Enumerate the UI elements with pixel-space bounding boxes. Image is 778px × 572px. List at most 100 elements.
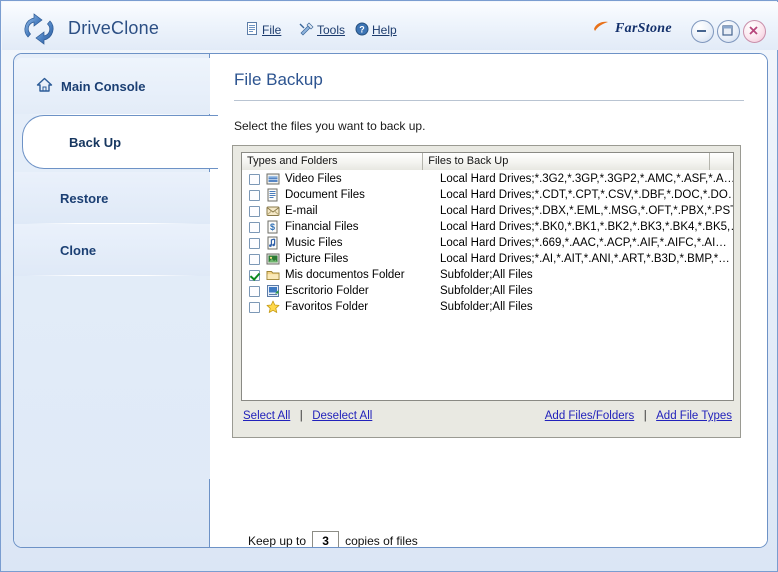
- row-files-value: Local Hard Drives;*.BK0,*.BK1,*.BK2,*.BK…: [440, 221, 733, 233]
- menu-help[interactable]: ? Help: [355, 21, 397, 39]
- desktop-folder-icon: [266, 284, 280, 298]
- sidebar-bottom: [14, 479, 210, 547]
- row-checkbox[interactable]: [249, 206, 260, 217]
- app-title: DriveClone: [68, 18, 159, 39]
- file-types-list[interactable]: Types and Folders Files to Back Up Video…: [241, 152, 734, 401]
- row-checkbox[interactable]: [249, 270, 260, 281]
- row-checkbox[interactable]: [249, 174, 260, 185]
- help-question-icon: ?: [355, 22, 369, 39]
- row-files-value: Local Hard Drives;*.DBX,*.EML,*.MSG,*.OF…: [440, 205, 733, 217]
- add-files-folders-link[interactable]: Add Files/Folders: [545, 410, 634, 422]
- keep-suffix-label: copies of files: [345, 534, 418, 548]
- farstone-swoosh-icon: [592, 20, 610, 38]
- email-icon: [266, 204, 280, 218]
- row-checkbox[interactable]: [249, 302, 260, 313]
- table-row[interactable]: Mis documentos FolderSubfolder;All Files: [242, 267, 733, 283]
- table-row[interactable]: Video FilesLocal Hard Drives;*.3G2,*.3GP…: [242, 171, 733, 187]
- close-icon[interactable]: [743, 20, 766, 43]
- selection-links: Select All | Deselect All: [243, 406, 372, 424]
- maximize-icon[interactable]: [717, 20, 740, 43]
- sidebar-item-label: Back Up: [69, 135, 121, 150]
- svg-text:$: $: [270, 222, 275, 232]
- table-row[interactable]: Escritorio FolderSubfolder;All Files: [242, 283, 733, 299]
- row-checkbox[interactable]: [249, 190, 260, 201]
- table-row[interactable]: $ Financial FilesLocal Hard Drives;*.BK0,…: [242, 219, 733, 235]
- picture-file-icon: [266, 252, 280, 266]
- music-file-icon: [266, 236, 280, 250]
- row-files-value: Local Hard Drives;*.CDT,*.CPT,*.CSV,*.DB…: [440, 189, 733, 201]
- financial-file-icon: $: [266, 220, 280, 234]
- row-type-label: Financial Files: [285, 221, 440, 233]
- row-type-label: Picture Files: [285, 253, 440, 265]
- page-title: File Backup: [234, 70, 323, 90]
- keep-copies-input[interactable]: [312, 531, 339, 548]
- row-files-value: Local Hard Drives;*.AI,*.AIT,*.ANI,*.ART…: [440, 253, 730, 265]
- sidebar-item-main-console[interactable]: Main Console: [14, 58, 210, 114]
- tab-notch-top: [210, 101, 224, 115]
- tools-icon: [299, 22, 314, 39]
- select-all-link[interactable]: Select All: [243, 410, 290, 422]
- row-checkbox[interactable]: [249, 238, 260, 249]
- sidebar-item-label: Main Console: [61, 79, 146, 94]
- favorites-star-icon: [266, 300, 280, 314]
- list-rows: Video FilesLocal Hard Drives;*.3G2,*.3GP…: [242, 171, 733, 315]
- document-icon: [246, 22, 259, 39]
- link-separator: |: [300, 410, 303, 422]
- application-window: DriveClone File Too: [0, 0, 778, 572]
- document-file-icon: [266, 188, 280, 202]
- row-type-label: Music Files: [285, 237, 440, 249]
- row-files-value: Local Hard Drives;*.3G2,*.3GP,*.3GP2,*.A…: [440, 173, 733, 185]
- video-file-icon: [266, 172, 280, 186]
- content-area: File Backup Select the files you want to…: [210, 54, 767, 547]
- row-checkbox[interactable]: [249, 286, 260, 297]
- folder-icon: [266, 268, 280, 282]
- row-type-label: Mis documentos Folder: [285, 269, 440, 281]
- home-icon: [36, 77, 53, 96]
- menu-tools[interactable]: Tools: [299, 21, 345, 39]
- column-header-stub[interactable]: [710, 153, 733, 170]
- table-row[interactable]: Favoritos FolderSubfolder;All Files: [242, 299, 733, 315]
- sidebar-item-clone[interactable]: Clone: [14, 224, 210, 276]
- table-row[interactable]: Music FilesLocal Hard Drives;*.669,*.AAC…: [242, 235, 733, 251]
- row-checkbox[interactable]: [249, 222, 260, 233]
- minimize-icon[interactable]: [691, 20, 714, 43]
- menu-file-label: File: [262, 23, 281, 37]
- row-files-value: Subfolder;All Files: [440, 285, 533, 297]
- sidebar-item-label: Clone: [60, 243, 96, 258]
- farstone-wordmark: FarStone: [615, 21, 672, 37]
- menu-help-label: Help: [372, 23, 397, 37]
- sidebar-divider: [26, 275, 198, 276]
- add-links: Add Files/Folders | Add File Types: [545, 406, 732, 424]
- row-checkbox[interactable]: [249, 254, 260, 265]
- deselect-all-link[interactable]: Deselect All: [312, 410, 372, 422]
- row-type-label: Document Files: [285, 189, 440, 201]
- tab-notch-bottom: [210, 169, 224, 183]
- add-file-types-link[interactable]: Add File Types: [656, 410, 732, 422]
- sidebar-item-label: Restore: [60, 191, 108, 206]
- row-files-value: Local Hard Drives;*.669,*.AAC,*.ACP,*.AI…: [440, 237, 727, 249]
- row-files-value: Subfolder;All Files: [440, 269, 533, 281]
- row-files-value: Subfolder;All Files: [440, 301, 533, 313]
- table-row[interactable]: Picture FilesLocal Hard Drives;*.AI,*.AI…: [242, 251, 733, 267]
- sidebar-item-restore[interactable]: Restore: [14, 172, 210, 224]
- content-corner: [210, 507, 250, 547]
- menu-file[interactable]: File: [246, 21, 281, 39]
- keep-prefix-label: Keep up to: [248, 534, 306, 548]
- row-type-label: E-mail: [285, 205, 440, 217]
- column-header-types-and-folders[interactable]: Types and Folders: [242, 153, 423, 170]
- row-type-label: Favoritos Folder: [285, 301, 440, 313]
- menu-tools-label: Tools: [317, 23, 345, 37]
- table-row[interactable]: E-mailLocal Hard Drives;*.DBX,*.EML,*.MS…: [242, 203, 733, 219]
- table-row[interactable]: Document FilesLocal Hard Drives;*.CDT,*.…: [242, 187, 733, 203]
- list-header-row: Types and Folders Files to Back Up: [242, 153, 733, 170]
- row-type-label: Video Files: [285, 173, 440, 185]
- farstone-brand: FarStone: [592, 20, 672, 38]
- list-action-links: Select All | Deselect All Add Files/Fold…: [241, 406, 734, 424]
- circular-arrows-logo: [18, 11, 62, 47]
- file-selection-group: Types and Folders Files to Back Up Video…: [232, 145, 741, 438]
- column-header-files-to-back-up[interactable]: Files to Back Up: [423, 153, 710, 170]
- sidebar-item-back-up[interactable]: Back Up: [22, 115, 218, 169]
- row-type-label: Escritorio Folder: [285, 285, 440, 297]
- link-separator: |: [644, 410, 647, 422]
- keep-copies-row: Keep up to copies of files: [248, 531, 418, 548]
